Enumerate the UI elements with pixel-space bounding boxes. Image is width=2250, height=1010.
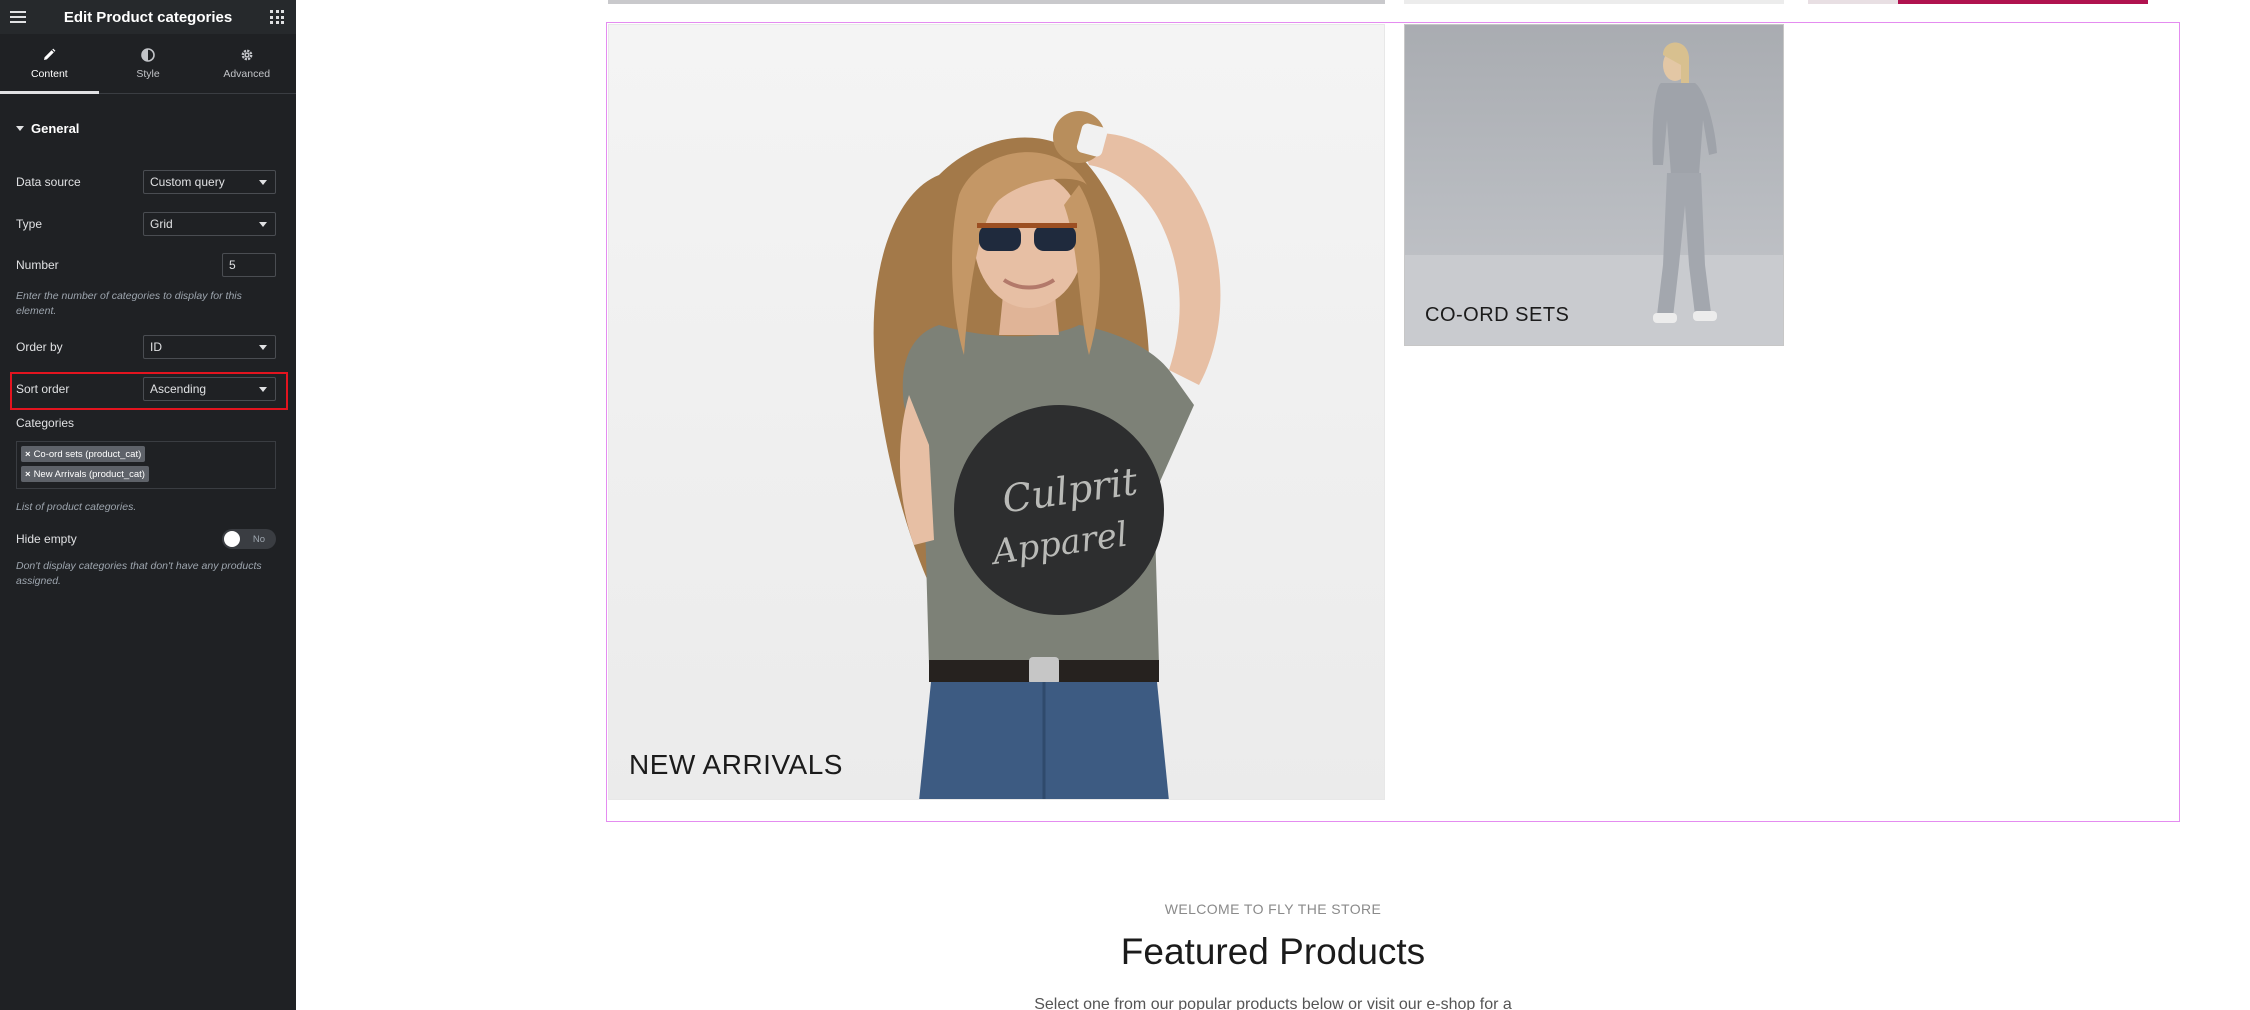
number-label: Number	[16, 258, 59, 272]
pencil-icon	[44, 48, 56, 60]
category-card-new-arrivals[interactable]: Culprit Apparel NEW ARRIVALS	[608, 24, 1385, 800]
new-arrivals-image: Culprit Apparel	[873, 111, 1221, 799]
control-type: Type Grid	[16, 212, 276, 236]
order-by-value: ID	[150, 340, 162, 354]
number-help-text: Enter the number of categories to displa…	[16, 290, 242, 317]
control-order-by: Order by ID	[16, 335, 276, 359]
page-preview: Culprit Apparel NEW ARRIVALS CO-ORD SETS…	[296, 0, 2250, 1010]
section-general-toggle[interactable]: General	[0, 112, 296, 144]
category-tag-label: New Arrivals (product_cat)	[33, 468, 145, 480]
section-heading: Featured Products	[1120, 931, 1426, 972]
category-card-co-ord-sets[interactable]: CO-ORD SETS	[1404, 24, 1784, 346]
dropdown-arrow-icon	[259, 221, 267, 227]
previous-section-image	[1404, 0, 1784, 4]
tab-content[interactable]: Content	[0, 34, 99, 94]
category-tag: × Co-ord sets (product_cat)	[21, 446, 146, 462]
category-tag: × New Arrivals (product_cat)	[21, 466, 149, 482]
sort-order-label: Sort order	[16, 382, 70, 396]
dropdown-arrow-icon	[259, 179, 267, 185]
order-by-select[interactable]: ID	[143, 335, 276, 359]
categories-help-text: List of product categories.	[16, 501, 137, 513]
co-ord-sets-image	[1405, 42, 1783, 345]
caret-down-icon	[16, 125, 24, 131]
hide-empty-label: Hide empty	[16, 532, 77, 546]
category-name: CO-ORD SETS	[1425, 304, 1570, 326]
hide-empty-switch[interactable]: No	[222, 529, 276, 549]
sort-order-value: Ascending	[150, 382, 207, 396]
previous-section-image	[608, 0, 1385, 4]
tab-advanced[interactable]: Advanced	[197, 34, 296, 93]
editor-panel: Edit Product categories Content Style Ad…	[0, 0, 296, 1010]
tab-style-label: Style	[136, 67, 160, 80]
remove-tag-icon[interactable]: ×	[25, 469, 31, 480]
category-tag-label: Co-ord sets (product_cat)	[33, 448, 142, 460]
data-source-value: Custom query	[150, 175, 225, 189]
tab-style[interactable]: Style	[99, 34, 198, 93]
dropdown-arrow-icon	[259, 386, 267, 392]
type-value: Grid	[150, 217, 173, 231]
previous-section-image	[1808, 0, 1898, 4]
panel-tabs: Content Style Advanced	[0, 34, 296, 94]
order-by-label: Order by	[16, 340, 63, 354]
hide-empty-help-text: Don't display categories that don't have…	[16, 560, 262, 587]
control-sort-order: Sort order Ascending	[16, 377, 276, 401]
switch-knob	[224, 531, 240, 547]
tab-advanced-label: Advanced	[223, 67, 271, 80]
editor-window: Edit Product categories Content Style Ad…	[0, 0, 2250, 1010]
section-intro-text: Select one from our popular products bel…	[1034, 996, 1512, 1010]
contrast-icon	[141, 47, 155, 62]
hide-empty-value: No	[252, 533, 265, 545]
dropdown-arrow-icon	[259, 344, 267, 350]
section-eyebrow: WELCOME TO FLY THE STORE	[1164, 901, 1382, 917]
remove-tag-icon[interactable]: ×	[25, 449, 31, 460]
menu-icon[interactable]	[10, 11, 26, 23]
gear-icon	[241, 49, 253, 60]
control-number: Number 5	[16, 253, 276, 277]
type-select[interactable]: Grid	[143, 212, 276, 236]
data-source-select[interactable]: Custom query	[143, 170, 276, 194]
data-source-label: Data source	[16, 175, 81, 189]
type-label: Type	[16, 217, 43, 231]
section-general-title: General	[31, 120, 80, 136]
tab-content-label: Content	[30, 67, 68, 80]
category-name: NEW ARRIVALS	[629, 749, 843, 780]
number-input[interactable]: 5	[222, 253, 276, 277]
categories-label: Categories	[16, 416, 75, 430]
widgets-grid-icon[interactable]	[270, 10, 284, 24]
categories-multiselect[interactable]: × Co-ord sets (product_cat) × New Arriva…	[16, 441, 276, 489]
control-hide-empty: Hide empty No	[16, 529, 276, 549]
sort-order-select[interactable]: Ascending	[143, 377, 276, 401]
panel-title: Edit Product categories	[63, 8, 233, 26]
panel-header: Edit Product categories	[0, 0, 296, 34]
previous-section-image	[1898, 0, 2148, 4]
control-data-source: Data source Custom query	[16, 170, 276, 194]
